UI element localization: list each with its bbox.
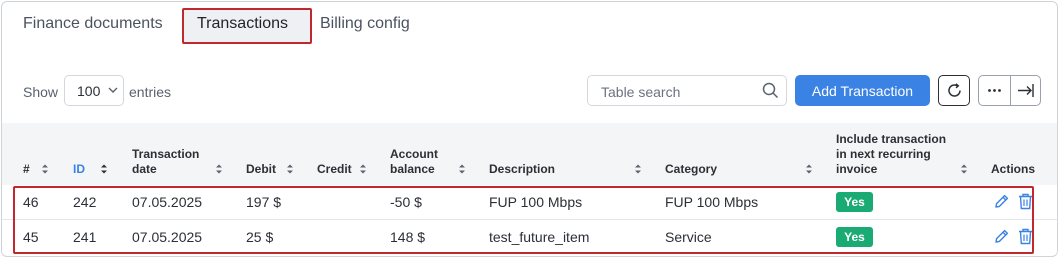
search-icon	[762, 82, 779, 99]
col-header-label: Account	[390, 147, 438, 161]
search-placeholder: Table search	[601, 84, 681, 100]
cell-id: 241	[73, 229, 97, 245]
col-header-id[interactable]: ID	[73, 162, 85, 177]
more-icon[interactable]	[986, 82, 1003, 99]
sort-icon[interactable]	[805, 163, 813, 175]
cell-debit: 25 $	[246, 229, 274, 245]
sort-icon[interactable]	[634, 163, 642, 175]
table-row[interactable]: 46 242 07.05.2025 197 $ -50 $ FUP 100 Mb…	[2, 185, 1057, 220]
col-header-label: Transaction	[132, 147, 200, 161]
transactions-panel: Finance documents Transactions Billing c…	[1, 1, 1058, 257]
cell-category: Service	[665, 229, 712, 245]
cell-date: 07.05.2025	[132, 229, 203, 245]
tab-finance-documents[interactable]: Finance documents	[23, 15, 163, 33]
expand-icon[interactable]	[1016, 82, 1035, 99]
cell-balance: -50 $	[390, 194, 422, 210]
cell-id: 242	[73, 194, 97, 210]
cell-debit: 197 $	[246, 194, 282, 210]
cell-description: FUP 100 Mbps	[489, 194, 583, 210]
col-header-account-balance[interactable]: Account balance	[390, 147, 438, 177]
table-row[interactable]: 45 241 07.05.2025 25 $ 148 $ test_future…	[2, 220, 1057, 255]
status-badge: Yes	[836, 227, 873, 247]
col-header-label: invoice	[836, 162, 878, 176]
tab-transactions[interactable]: Transactions	[197, 15, 288, 33]
button-divider	[1010, 76, 1011, 105]
col-header-label: date	[132, 162, 157, 176]
sort-icon[interactable]	[100, 163, 108, 175]
trash-icon[interactable]	[1018, 228, 1033, 245]
tab-billing-config[interactable]: Billing config	[320, 15, 410, 33]
sort-icon[interactable]	[960, 163, 968, 175]
col-header-label: balance	[390, 162, 435, 176]
table-header: # ID Transaction date Debit Credit Accou…	[2, 123, 1057, 185]
cell-description: test_future_item	[489, 229, 590, 245]
sort-icon[interactable]	[458, 163, 466, 175]
refresh-icon	[948, 83, 961, 97]
search-input[interactable]: Table search	[587, 75, 787, 106]
col-header-label: Include transaction	[836, 132, 947, 146]
trash-icon[interactable]	[1018, 193, 1033, 210]
tab-bar: Finance documents Transactions Billing c…	[2, 2, 1057, 44]
chevron-down-icon	[108, 87, 118, 93]
sort-icon[interactable]	[215, 163, 223, 175]
col-header-category[interactable]: Category	[665, 162, 717, 177]
col-header-num[interactable]: #	[23, 162, 30, 177]
cell-num: 46	[23, 194, 39, 210]
refresh-button[interactable]	[938, 75, 970, 106]
add-transaction-button[interactable]: Add Transaction	[795, 75, 930, 106]
col-header-include-recurring[interactable]: Include transaction in next recurring in…	[836, 132, 946, 177]
entries-select-value: 100	[77, 83, 101, 99]
col-header-description[interactable]: Description	[489, 162, 555, 177]
show-label: Show	[23, 84, 59, 100]
status-badge: Yes	[836, 192, 873, 212]
col-header-debit[interactable]: Debit	[246, 162, 276, 177]
edit-icon[interactable]	[993, 193, 1010, 210]
col-header-actions: Actions	[991, 162, 1036, 176]
entries-label: entries	[129, 84, 172, 100]
entries-select[interactable]: 100	[64, 75, 124, 106]
col-header-credit[interactable]: Credit	[317, 162, 352, 177]
cell-num: 45	[23, 229, 39, 245]
edit-icon[interactable]	[993, 228, 1010, 245]
col-header-label: in next recurring	[836, 147, 931, 161]
col-header-transaction-date[interactable]: Transaction date	[132, 147, 199, 177]
table-options-group	[978, 75, 1041, 106]
sort-icon[interactable]	[286, 163, 294, 175]
cell-balance: 148 $	[390, 229, 426, 245]
sort-icon[interactable]	[41, 163, 49, 175]
cell-category: FUP 100 Mbps	[665, 194, 759, 210]
cell-date: 07.05.2025	[132, 194, 203, 210]
sort-icon[interactable]	[359, 163, 367, 175]
